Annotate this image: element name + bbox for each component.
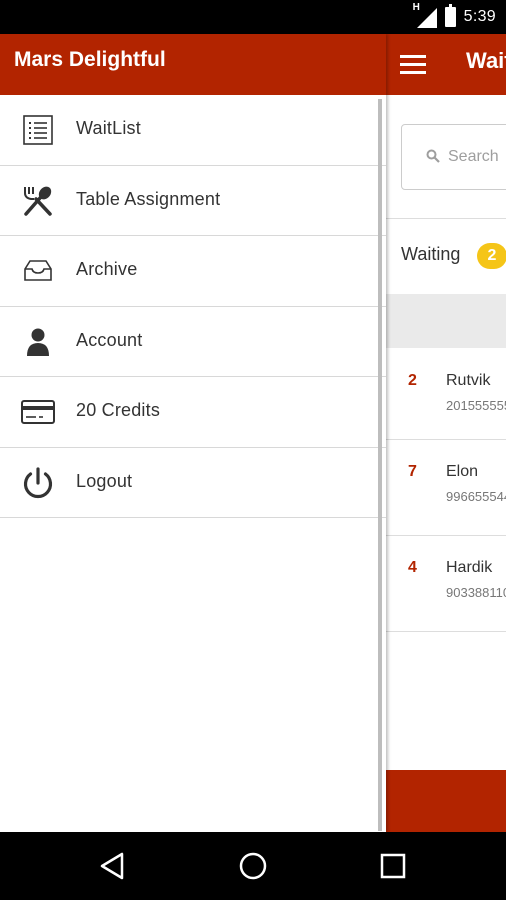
menu-item-label: 20 Credits: [76, 400, 161, 420]
menu-icon[interactable]: [400, 55, 426, 75]
credit-card-icon: [21, 400, 55, 424]
menu-item-label: Table Assignment: [76, 188, 221, 209]
tab-waiting[interactable]: Waiting: [401, 244, 460, 265]
menu-item-table-assignment[interactable]: Table Assignment: [0, 166, 386, 236]
party-size: 4: [408, 559, 417, 576]
search-icon: [426, 149, 440, 163]
power-icon: [23, 466, 53, 498]
menu-item-label: Archive: [76, 259, 138, 279]
menu-item-logout[interactable]: Logout: [0, 448, 386, 518]
clock: 5:39: [463, 8, 496, 25]
recents-icon[interactable]: [373, 846, 413, 886]
list-icon: [23, 115, 53, 145]
navigation-drawer: Mars Delightful WaitList Table Assignmen…: [0, 34, 386, 832]
back-icon[interactable]: [93, 846, 133, 886]
drawer-header: Mars Delightful: [0, 34, 386, 95]
guest-name: Rutvik: [446, 372, 491, 389]
guest-name: Hardik: [446, 559, 493, 576]
bottom-action-bar[interactable]: [386, 770, 506, 832]
table-row[interactable]: 7 Elon 9966555444: [386, 439, 506, 535]
guest-phone: 9966555444: [446, 489, 506, 504]
menu-item-label: WaitList: [76, 118, 141, 138]
search-input[interactable]: Search: [401, 124, 506, 190]
page-title: Waitlist: [466, 48, 506, 73]
menu-item-waitlist[interactable]: WaitList: [0, 95, 386, 166]
party-size: 7: [408, 463, 417, 480]
signal-icon: H: [413, 2, 437, 28]
menu-item-credits[interactable]: 20 Credits: [0, 377, 386, 448]
utensils-icon: [24, 186, 52, 216]
person-icon: [27, 328, 49, 356]
system-nav-bar: [0, 832, 506, 900]
battery-icon: [444, 4, 456, 27]
waiting-count-badge: 2: [477, 243, 506, 269]
status-bar: H 5:39: [0, 0, 506, 34]
main-app-bar: Waitlist: [386, 34, 506, 95]
guest-phone: 9033881100: [446, 585, 506, 600]
home-icon[interactable]: [233, 846, 273, 886]
table-row[interactable]: 2 Rutvik 2015555555: [386, 348, 506, 439]
restaurant-name: Mars Delightful: [14, 48, 166, 71]
list-header: [386, 294, 506, 348]
guest-name: Elon: [446, 463, 479, 480]
search-placeholder: Search: [448, 148, 499, 165]
menu-item-archive[interactable]: Archive: [0, 236, 386, 307]
menu-item-label: Account: [76, 329, 143, 350]
inbox-icon: [24, 260, 52, 281]
menu-item-account[interactable]: Account: [0, 307, 386, 377]
party-size: 2: [408, 372, 417, 389]
table-row[interactable]: 4 Hardik 9033881100: [386, 535, 506, 631]
main-screen: Waitlist Search Waiting 2 2 Rutvik 20155…: [386, 34, 506, 832]
drawer-menu: WaitList Table Assignment Archive Accoun…: [0, 95, 386, 518]
menu-item-label: Logout: [76, 470, 133, 491]
drawer-scrollbar[interactable]: [378, 99, 382, 831]
guest-phone: 2015555555: [446, 398, 506, 413]
